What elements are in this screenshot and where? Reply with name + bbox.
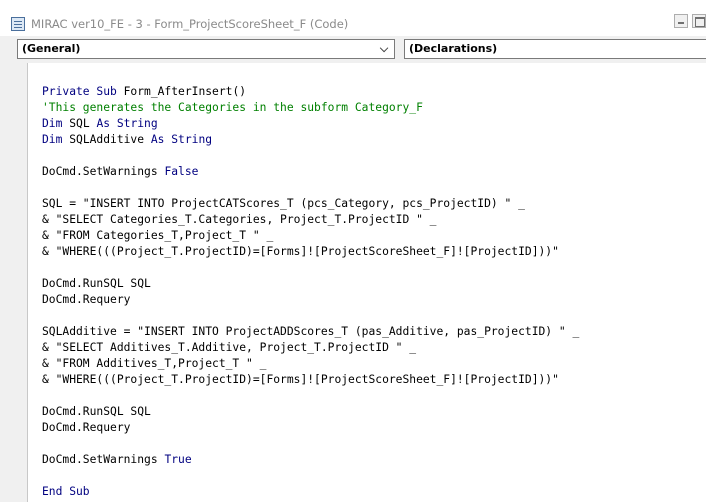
margin-indicator-bar[interactable]: [0, 63, 28, 502]
code-keyword: False: [164, 165, 199, 178]
code-line[interactable]: [42, 436, 579, 452]
code-token: & "SELECT Additives_T.Additive, Project_…: [42, 341, 417, 354]
code-line[interactable]: & "SELECT Categories_T.Categories, Proje…: [42, 212, 579, 228]
code-token: SQL = "INSERT INTO ProjectCATScores_T (p…: [42, 197, 525, 210]
procedure-combo-value: (Declarations): [409, 42, 498, 55]
code-keyword: End Sub: [42, 485, 90, 498]
object-combo-value: (General): [22, 42, 81, 55]
code-token: DoCmd.Requery: [42, 293, 131, 306]
code-line[interactable]: End Sub: [42, 484, 579, 500]
code-token: DoCmd.Requery: [42, 421, 131, 434]
code-line[interactable]: [42, 468, 579, 484]
code-line[interactable]: [42, 180, 579, 196]
object-combo[interactable]: (General) ⌵: [17, 39, 395, 59]
code-line[interactable]: & "FROM Additives_T,Project_T " _: [42, 356, 579, 372]
code-keyword: As String: [150, 133, 213, 146]
code-keyword: Private Sub: [42, 85, 124, 98]
code-editor[interactable]: Private Sub Form_AfterInsert() 'This gene…: [28, 63, 706, 502]
code-token: DoCmd.RunSQL SQL: [42, 277, 151, 290]
code-token: SQLAdditive: [69, 133, 151, 146]
code-token: SQL: [69, 117, 97, 130]
code-line[interactable]: DoCmd.RunSQL SQL: [42, 276, 579, 292]
module-icon: [11, 17, 25, 31]
code-line[interactable]: SQLAdditive = "INSERT INTO ProjectADDSco…: [42, 324, 579, 340]
code-line[interactable]: DoCmd.SetWarnings True: [42, 452, 579, 468]
code-line[interactable]: [42, 308, 579, 324]
code-line[interactable]: Private Sub Form_AfterInsert(): [42, 84, 579, 100]
window-title: MIRAC ver10_FE - 3 - Form_ProjectScoreSh…: [31, 17, 349, 31]
code-token: DoCmd.SetWarnings: [42, 453, 165, 466]
code-line[interactable]: [42, 260, 579, 276]
code-keyword: True: [164, 453, 192, 466]
code-line[interactable]: DoCmd.SetWarnings False: [42, 164, 579, 180]
maximize-icon[interactable]: [692, 14, 706, 28]
code-comment: 'This generates the Categories in the su…: [42, 101, 423, 114]
title-bar: MIRAC ver10_FE - 3 - Form_ProjectScoreSh…: [0, 0, 706, 36]
code-token: & "FROM Additives_T,Project_T " _: [42, 357, 267, 370]
code-token: DoCmd.SetWarnings: [42, 165, 165, 178]
code-token: SQLAdditive = "INSERT INTO ProjectADDSco…: [42, 325, 580, 338]
code-keyword: Dim: [42, 117, 70, 130]
code-line[interactable]: DoCmd.RunSQL SQL: [42, 404, 579, 420]
code-line[interactable]: Dim SQL As String: [42, 116, 579, 132]
code-line[interactable]: & "SELECT Additives_T.Additive, Project_…: [42, 340, 579, 356]
code-keyword: Dim: [42, 133, 70, 146]
code-line[interactable]: & "WHERE(((Project_T.ProjectID)=[Forms]!…: [42, 244, 579, 260]
code-token: & "WHERE(((Project_T.ProjectID)=[Forms]!…: [42, 245, 559, 258]
code-window-toolbar: (General) ⌵ (Declarations): [0, 36, 706, 63]
code-token: Form_AfterInsert(): [123, 85, 247, 98]
code-line[interactable]: DoCmd.Requery: [42, 420, 579, 436]
code-line[interactable]: Dim SQLAdditive As String: [42, 132, 579, 148]
minimize-icon[interactable]: [674, 14, 688, 28]
code-line[interactable]: & "FROM Categories_T,Project_T " _: [42, 228, 579, 244]
code-line[interactable]: [42, 148, 579, 164]
code-token: DoCmd.RunSQL SQL: [42, 405, 151, 418]
code-token: & "SELECT Categories_T.Categories, Proje…: [42, 213, 437, 226]
code-keyword: As String: [96, 117, 158, 130]
procedure-combo[interactable]: (Declarations): [404, 39, 706, 59]
code-line[interactable]: DoCmd.Requery: [42, 292, 579, 308]
code-text[interactable]: Private Sub Form_AfterInsert() 'This gene…: [42, 84, 579, 500]
code-line[interactable]: SQL = "INSERT INTO ProjectCATScores_T (p…: [42, 196, 579, 212]
code-line[interactable]: [42, 388, 579, 404]
code-token: & "FROM Categories_T,Project_T " _: [42, 229, 274, 242]
code-line[interactable]: & "WHERE(((Project_T.ProjectID)=[Forms]!…: [42, 372, 579, 388]
chevron-down-icon[interactable]: ⌵: [378, 42, 390, 56]
code-line[interactable]: 'This generates the Categories in the su…: [42, 100, 579, 116]
code-token: & "WHERE(((Project_T.ProjectID)=[Forms]!…: [42, 373, 559, 386]
